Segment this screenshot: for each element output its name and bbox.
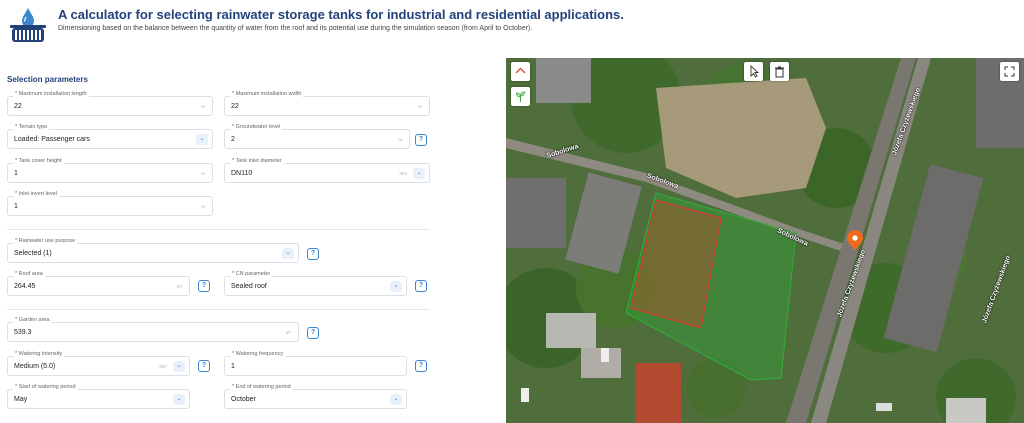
rainwater-use-purpose-select[interactable]: * Rainwater use purpose Selected (1) ⌄: [7, 238, 299, 263]
watering-frequency-value: 1: [231, 363, 235, 370]
trash-icon[interactable]: [770, 62, 789, 81]
cursor-icon[interactable]: [744, 62, 763, 81]
chevron-down-icon[interactable]: ⌄: [196, 134, 208, 145]
chevron-down-icon[interactable]: ⌄: [413, 168, 425, 179]
watering-start-label: * Start of watering period: [13, 384, 78, 390]
chevron-down-icon[interactable]: ⌄: [173, 361, 185, 372]
watering-intensity-label: * Watering intensity: [13, 351, 65, 357]
tank-inlet-diameter-unit: mm: [399, 171, 408, 176]
help-icon[interactable]: ?: [198, 280, 210, 292]
inlet-invert-level-field[interactable]: * Inlet invert level 1 m: [7, 191, 213, 216]
tank-cover-height-label: * Tank cover height: [13, 158, 64, 164]
terrain-type-label: * Terrain type: [13, 124, 50, 130]
page-title: A calculator for selecting rainwater sto…: [58, 7, 624, 22]
rainwater-use-purpose-label: * Rainwater use purpose: [13, 238, 78, 244]
chevron-down-icon[interactable]: ⌄: [390, 281, 402, 292]
help-icon[interactable]: ?: [415, 280, 427, 292]
tank-inlet-diameter-value: DN110: [231, 170, 253, 177]
aerial-imagery: [506, 58, 1024, 423]
max-width-field[interactable]: * Maximum installation width 22 m: [224, 91, 430, 116]
watering-frequency-label: * Watering frequency: [230, 351, 286, 357]
groundwater-level-value: 2: [231, 136, 235, 143]
groundwater-level-label: * Groundwater level: [230, 124, 283, 130]
watering-start-select[interactable]: * Start of watering period May ⌄: [7, 384, 190, 409]
section-title: Selection parameters: [7, 75, 88, 84]
max-width-value: 22: [231, 103, 239, 110]
page-subtitle: Dimensioning based on the balance betwee…: [58, 25, 533, 32]
inlet-invert-level-label: * Inlet invert level: [13, 191, 59, 197]
watering-intensity-unit: l/m²: [159, 364, 168, 369]
inlet-invert-level-value: 1: [14, 203, 18, 210]
rainwater-tank-logo-icon: [10, 8, 46, 42]
cn-parameter-value: Sealed roof: [231, 283, 267, 290]
garden-area-value: 539.3: [14, 329, 32, 336]
help-icon[interactable]: ?: [307, 248, 319, 260]
chevron-down-icon[interactable]: ⌄: [390, 394, 402, 405]
tank-inlet-diameter-select[interactable]: * Tank inlet diameter DN110 mm ⌄: [224, 158, 430, 183]
selection-parameters-form: Selection parameters * Maximum installat…: [0, 58, 506, 423]
garden-area-field[interactable]: * Garden area 539.3 m²: [7, 317, 299, 342]
watering-frequency-field[interactable]: * Watering frequency 1: [224, 351, 407, 376]
watering-end-select[interactable]: * End of watering period October ⌄: [224, 384, 407, 409]
groundwater-level-field[interactable]: * Groundwater level 2 m: [224, 124, 410, 149]
watering-end-label: * End of watering period: [230, 384, 293, 390]
help-icon[interactable]: ?: [415, 360, 427, 372]
watering-intensity-value: Medium (5.0): [14, 363, 56, 370]
help-icon[interactable]: ?: [307, 327, 319, 339]
max-length-unit: m: [201, 104, 205, 109]
app-header: A calculator for selecting rainwater sto…: [0, 0, 1024, 58]
inlet-invert-level-unit: m: [201, 204, 205, 209]
max-length-field[interactable]: * Maximum installation length 22 m: [7, 91, 213, 116]
tank-inlet-diameter-label: * Tank inlet diameter: [230, 158, 284, 164]
roof-area-field[interactable]: * Roof area 264.45 m²: [7, 271, 190, 296]
terrain-type-value: Loaded: Passenger cars: [14, 136, 90, 143]
watering-end-value: October: [231, 396, 256, 403]
satellite-map[interactable]: Sobolowa Sobolowa Sobolowa Józefa Czyżew…: [506, 58, 1024, 423]
rainwater-use-purpose-value: Selected (1): [14, 250, 52, 257]
max-length-value: 22: [14, 103, 22, 110]
roof-area-label: * Roof area: [13, 271, 45, 277]
groundwater-level-unit: m: [398, 137, 402, 142]
tank-cover-height-unit: m: [201, 171, 205, 176]
plant-icon[interactable]: [511, 87, 530, 106]
help-icon[interactable]: ?: [198, 360, 210, 372]
cn-parameter-select[interactable]: * CN parameter Sealed roof ⌄: [224, 271, 407, 296]
max-width-label: * Maximum installation width: [230, 91, 304, 97]
divider: [7, 309, 430, 310]
garden-area-unit: m²: [285, 330, 291, 335]
chevron-down-icon[interactable]: ⌄: [173, 394, 185, 405]
fullscreen-icon[interactable]: [1000, 62, 1019, 81]
terrain-type-select[interactable]: * Terrain type Loaded: Passenger cars ⌄: [7, 124, 213, 149]
watering-intensity-select[interactable]: * Watering intensity Medium (5.0) l/m² ⌄: [7, 351, 190, 376]
garden-area-label: * Garden area: [13, 317, 52, 323]
tank-cover-height-value: 1: [14, 170, 18, 177]
max-length-label: * Maximum installation length: [13, 91, 89, 97]
max-width-unit: m: [418, 104, 422, 109]
watering-start-value: May: [14, 396, 28, 403]
roof-area-value: 264.45: [14, 283, 36, 290]
roof-area-unit: m²: [176, 284, 182, 289]
cn-parameter-label: * CN parameter: [230, 271, 273, 277]
chevron-down-icon[interactable]: ⌄: [282, 248, 294, 259]
divider: [7, 229, 430, 230]
home-icon[interactable]: [511, 62, 530, 81]
tank-cover-height-field[interactable]: * Tank cover height 1 m: [7, 158, 213, 183]
help-icon[interactable]: ?: [415, 134, 427, 146]
